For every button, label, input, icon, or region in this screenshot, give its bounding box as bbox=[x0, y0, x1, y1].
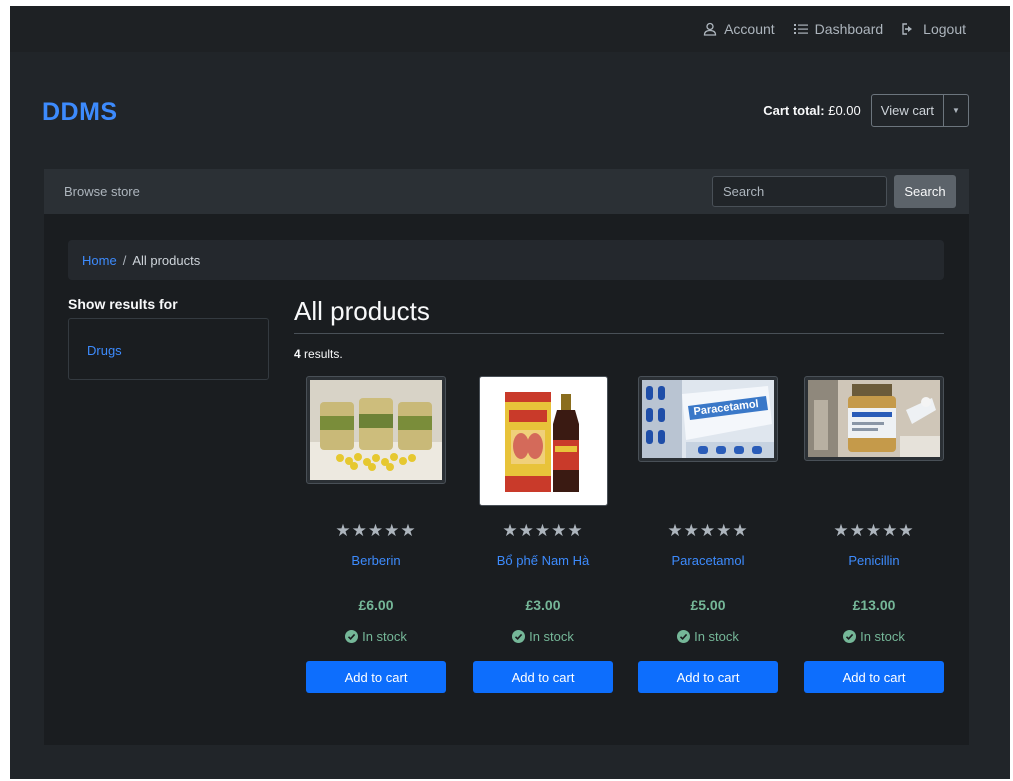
product-price: £13.00 bbox=[852, 597, 896, 613]
rating-stars: ★★★★★ bbox=[667, 521, 749, 540]
view-cart-group: View cart ▼ bbox=[870, 94, 969, 127]
add-to-cart-button[interactable]: Add to cart bbox=[306, 661, 446, 693]
add-to-cart-button[interactable]: Add to cart bbox=[638, 661, 778, 693]
product-price: £5.00 bbox=[690, 597, 726, 613]
product-name[interactable]: Berberin bbox=[306, 553, 446, 568]
breadcrumb-separator: / bbox=[122, 252, 127, 268]
product-card: Paracetamol ★★★★★ Paracetamol £5.00 In s… bbox=[638, 376, 778, 693]
page-title: All products bbox=[294, 296, 430, 326]
user-icon bbox=[702, 21, 718, 37]
product-price: £6.00 bbox=[358, 597, 394, 613]
search-button[interactable]: Search bbox=[894, 175, 956, 208]
check-circle-icon bbox=[345, 630, 359, 643]
product-card: ★★★★★ Berberin £6.00 In stock Add to car… bbox=[306, 376, 446, 693]
dashboard-link[interactable]: Dashboard bbox=[793, 21, 884, 37]
stock-status: In stock bbox=[804, 629, 944, 644]
product-image[interactable] bbox=[804, 376, 944, 461]
stock-label: In stock bbox=[860, 629, 905, 644]
check-circle-icon bbox=[677, 630, 691, 643]
category-list: Drugs bbox=[68, 318, 269, 380]
breadcrumb: Home / All products bbox=[68, 240, 944, 280]
check-circle-icon bbox=[512, 630, 526, 643]
title-divider bbox=[294, 333, 944, 334]
search-input[interactable]: Search bbox=[712, 176, 887, 207]
add-to-cart-button[interactable]: Add to cart bbox=[804, 661, 944, 693]
stock-label: In stock bbox=[694, 629, 739, 644]
add-to-cart-button[interactable]: Add to cart bbox=[473, 661, 613, 693]
product-image[interactable]: Paracetamol bbox=[638, 376, 778, 462]
category-item-drugs[interactable]: Drugs bbox=[87, 343, 122, 358]
stock-label: In stock bbox=[529, 629, 574, 644]
stock-label: In stock bbox=[362, 629, 407, 644]
logout-link[interactable]: Logout bbox=[901, 21, 966, 37]
top-navbar: Account Dashboard Logout bbox=[10, 6, 1010, 52]
product-image[interactable] bbox=[478, 376, 608, 506]
logout-icon bbox=[901, 21, 917, 37]
cart-dropdown-toggle[interactable]: ▼ bbox=[944, 95, 968, 126]
stock-status: In stock bbox=[306, 629, 446, 644]
results-number: 4 bbox=[294, 347, 301, 361]
cart-total-label: Cart total: bbox=[763, 103, 825, 118]
product-price: £3.00 bbox=[525, 597, 561, 613]
product-name[interactable]: Penicillin bbox=[804, 553, 944, 568]
product-card: ★★★★★ Bổ phế Nam Hà £3.00 In stock Add t… bbox=[473, 376, 613, 693]
brand-logo[interactable]: DDMS bbox=[42, 98, 118, 127]
caret-down-icon: ▼ bbox=[952, 106, 960, 115]
list-icon bbox=[793, 21, 809, 37]
stock-status: In stock bbox=[473, 629, 613, 644]
browse-store-link[interactable]: Browse store bbox=[64, 184, 140, 199]
logout-label: Logout bbox=[923, 21, 966, 37]
results-suffix: results. bbox=[304, 347, 343, 361]
cart-total: Cart total: £0.00 bbox=[763, 103, 861, 118]
page: Account Dashboard Logout DDMS Cart total… bbox=[10, 6, 1010, 779]
sidebar-title: Show results for bbox=[68, 296, 178, 312]
breadcrumb-current: All products bbox=[132, 252, 201, 268]
product-image[interactable] bbox=[306, 376, 446, 484]
account-label: Account bbox=[724, 21, 775, 37]
product-name[interactable]: Bổ phế Nam Hà bbox=[473, 553, 613, 568]
breadcrumb-home[interactable]: Home bbox=[82, 253, 117, 268]
rating-stars: ★★★★★ bbox=[335, 521, 417, 540]
cart-summary: Cart total: £0.00 View cart ▼ bbox=[763, 94, 969, 127]
dashboard-label: Dashboard bbox=[814, 21, 884, 37]
view-cart-button[interactable]: View cart bbox=[872, 95, 944, 126]
results-count: 4 results. bbox=[294, 347, 343, 361]
check-circle-icon bbox=[843, 630, 857, 643]
store-navbar: Browse store Search Search bbox=[44, 169, 969, 214]
product-card: ★★★★★ Penicillin £13.00 In stock Add to … bbox=[804, 376, 944, 693]
product-name[interactable]: Paracetamol bbox=[638, 553, 778, 568]
rating-stars: ★★★★★ bbox=[502, 521, 584, 540]
cart-total-value: £0.00 bbox=[828, 103, 861, 118]
stock-status: In stock bbox=[638, 629, 778, 644]
account-link[interactable]: Account bbox=[702, 21, 775, 37]
rating-stars: ★★★★★ bbox=[833, 521, 915, 540]
store-panel: Browse store Search Search Home / All pr… bbox=[44, 169, 969, 745]
